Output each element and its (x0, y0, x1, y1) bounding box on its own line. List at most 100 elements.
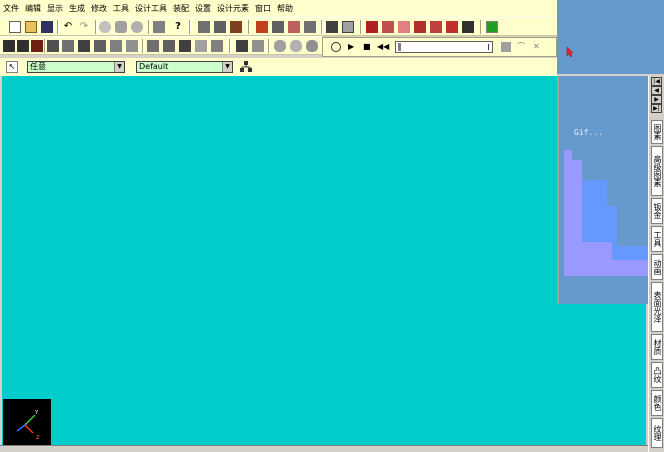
redo-icon[interactable]: ↷ (78, 21, 90, 33)
image-icon[interactable] (342, 21, 354, 33)
standard-toolbar: ↶ ↷ ? (0, 17, 557, 36)
undo-icon[interactable]: ↶ (62, 21, 74, 33)
first-tab-icon[interactable]: |◀ (651, 77, 662, 86)
material-icon[interactable] (214, 21, 226, 33)
dimension-icon[interactable] (252, 40, 264, 52)
style-dropdown[interactable]: Default ▼ (136, 61, 233, 73)
toolbar-separator (95, 20, 97, 34)
tab-sheet-metal[interactable]: 钣金 (651, 198, 663, 224)
smart-motion-icon[interactable]: ✕ (533, 42, 543, 52)
menu-file[interactable]: 文件 (0, 0, 22, 17)
tab-materials[interactable]: 材质 (651, 334, 663, 360)
design-viewport[interactable] (2, 76, 646, 445)
measure-icon[interactable] (236, 40, 248, 52)
view-side-icon[interactable] (306, 40, 318, 52)
sweep-icon[interactable] (78, 40, 90, 52)
color-icon[interactable] (288, 21, 300, 33)
fillet-icon[interactable] (126, 40, 138, 52)
select-arrow-icon[interactable] (3, 40, 15, 52)
pan-icon[interactable] (115, 21, 127, 33)
record-icon[interactable] (331, 42, 341, 52)
toolbar-separator (229, 39, 231, 53)
tree-hierarchy-icon[interactable] (240, 61, 252, 73)
toolbar-separator (360, 20, 362, 34)
tab-surface-finish[interactable]: 表面光泽 (651, 282, 663, 332)
next-tab-icon[interactable]: ▶ (651, 95, 662, 104)
loft-icon[interactable] (94, 40, 106, 52)
animation-timeline-slider[interactable] (395, 41, 493, 53)
extrude-icon[interactable] (47, 40, 59, 52)
menu-window[interactable]: 窗口 (252, 0, 274, 17)
new-file-icon[interactable] (9, 21, 21, 33)
revolve-icon[interactable] (62, 40, 74, 52)
rotate-icon[interactable] (382, 21, 394, 33)
rewind-icon[interactable]: ◀◀ (377, 42, 389, 52)
chevron-down-icon[interactable]: ▼ (222, 62, 232, 72)
pattern-icon[interactable] (211, 40, 223, 52)
open-folder-icon[interactable] (25, 21, 37, 33)
axis-triad: Y Z (3, 399, 51, 445)
menu-settings[interactable]: 设置 (192, 0, 214, 17)
camera-icon[interactable] (230, 21, 242, 33)
tab-colors[interactable]: 颜色 (651, 390, 663, 416)
scale-icon[interactable] (398, 21, 410, 33)
orbit-icon[interactable] (99, 21, 111, 33)
style-value: Default (139, 62, 169, 71)
select-face-icon[interactable] (31, 40, 43, 52)
align-icon[interactable] (414, 21, 426, 33)
mirror-icon[interactable] (430, 21, 442, 33)
path-icon[interactable]: ⌒ (517, 42, 527, 52)
toolbar-separator (480, 20, 482, 34)
menu-view[interactable]: 显示 (44, 0, 66, 17)
split-icon[interactable] (179, 40, 191, 52)
selection-filter-dropdown[interactable]: 任意 ▼ (27, 61, 125, 73)
boolean-icon[interactable] (195, 40, 207, 52)
stair-step (582, 242, 612, 276)
key-frame-icon[interactable] (501, 42, 511, 52)
tab-textures[interactable]: 纹理 (651, 418, 663, 448)
status-bar (0, 445, 648, 452)
cut-tool-icon[interactable] (462, 21, 474, 33)
tab-animation[interactable]: 动画 (651, 254, 663, 280)
tab-emboss[interactable]: 凸纹 (651, 362, 663, 388)
save-disk-icon[interactable] (41, 21, 53, 33)
spotlight-icon[interactable] (272, 21, 284, 33)
render-icon[interactable] (198, 21, 210, 33)
face-draft-icon[interactable] (163, 40, 175, 52)
array-icon[interactable] (446, 21, 458, 33)
zoom-icon[interactable] (131, 21, 143, 33)
chevron-down-icon[interactable]: ▼ (114, 62, 124, 72)
move-icon[interactable] (366, 21, 378, 33)
menu-assembly[interactable]: 装配 (170, 0, 192, 17)
tab-tools[interactable]: 工具 (651, 226, 663, 252)
menu-generate[interactable]: 生成 (66, 0, 88, 17)
timeline-thumb[interactable] (398, 43, 401, 51)
toolbar-separator (268, 39, 270, 53)
previous-tab-icon[interactable]: ◀ (651, 86, 662, 95)
shell-icon[interactable] (110, 40, 122, 52)
light-icon[interactable] (256, 21, 268, 33)
play-icon[interactable]: ▶ (348, 42, 358, 52)
menu-modify[interactable]: 修改 (88, 0, 110, 17)
pointer-filter-icon[interactable]: ↖ (6, 61, 18, 73)
select-part-icon[interactable] (17, 40, 29, 52)
text-icon[interactable] (326, 21, 338, 33)
menu-design-elements[interactable]: 设计元素 (214, 0, 252, 17)
menu-edit[interactable]: 编辑 (22, 0, 44, 17)
tab-primitives[interactable]: 图素 (651, 120, 663, 144)
texture-icon[interactable] (304, 21, 316, 33)
context-help-icon[interactable]: ? (172, 21, 184, 33)
design-toolbar (0, 36, 322, 55)
timeline-end-marker (488, 44, 489, 50)
design-tree-icon[interactable] (153, 21, 165, 33)
last-tab-icon[interactable]: ▶| (651, 104, 662, 113)
tab-advanced-primitives[interactable]: 高级图素 (651, 146, 663, 196)
smart-snap-icon[interactable] (486, 21, 498, 33)
menu-design-tools[interactable]: 设计工具 (132, 0, 170, 17)
view-top-icon[interactable] (290, 40, 302, 52)
menu-tools[interactable]: 工具 (110, 0, 132, 17)
stop-icon[interactable]: ■ (363, 42, 373, 52)
menu-help[interactable]: 帮助 (274, 0, 296, 17)
view-front-icon[interactable] (274, 40, 286, 52)
chamfer-icon[interactable] (147, 40, 159, 52)
